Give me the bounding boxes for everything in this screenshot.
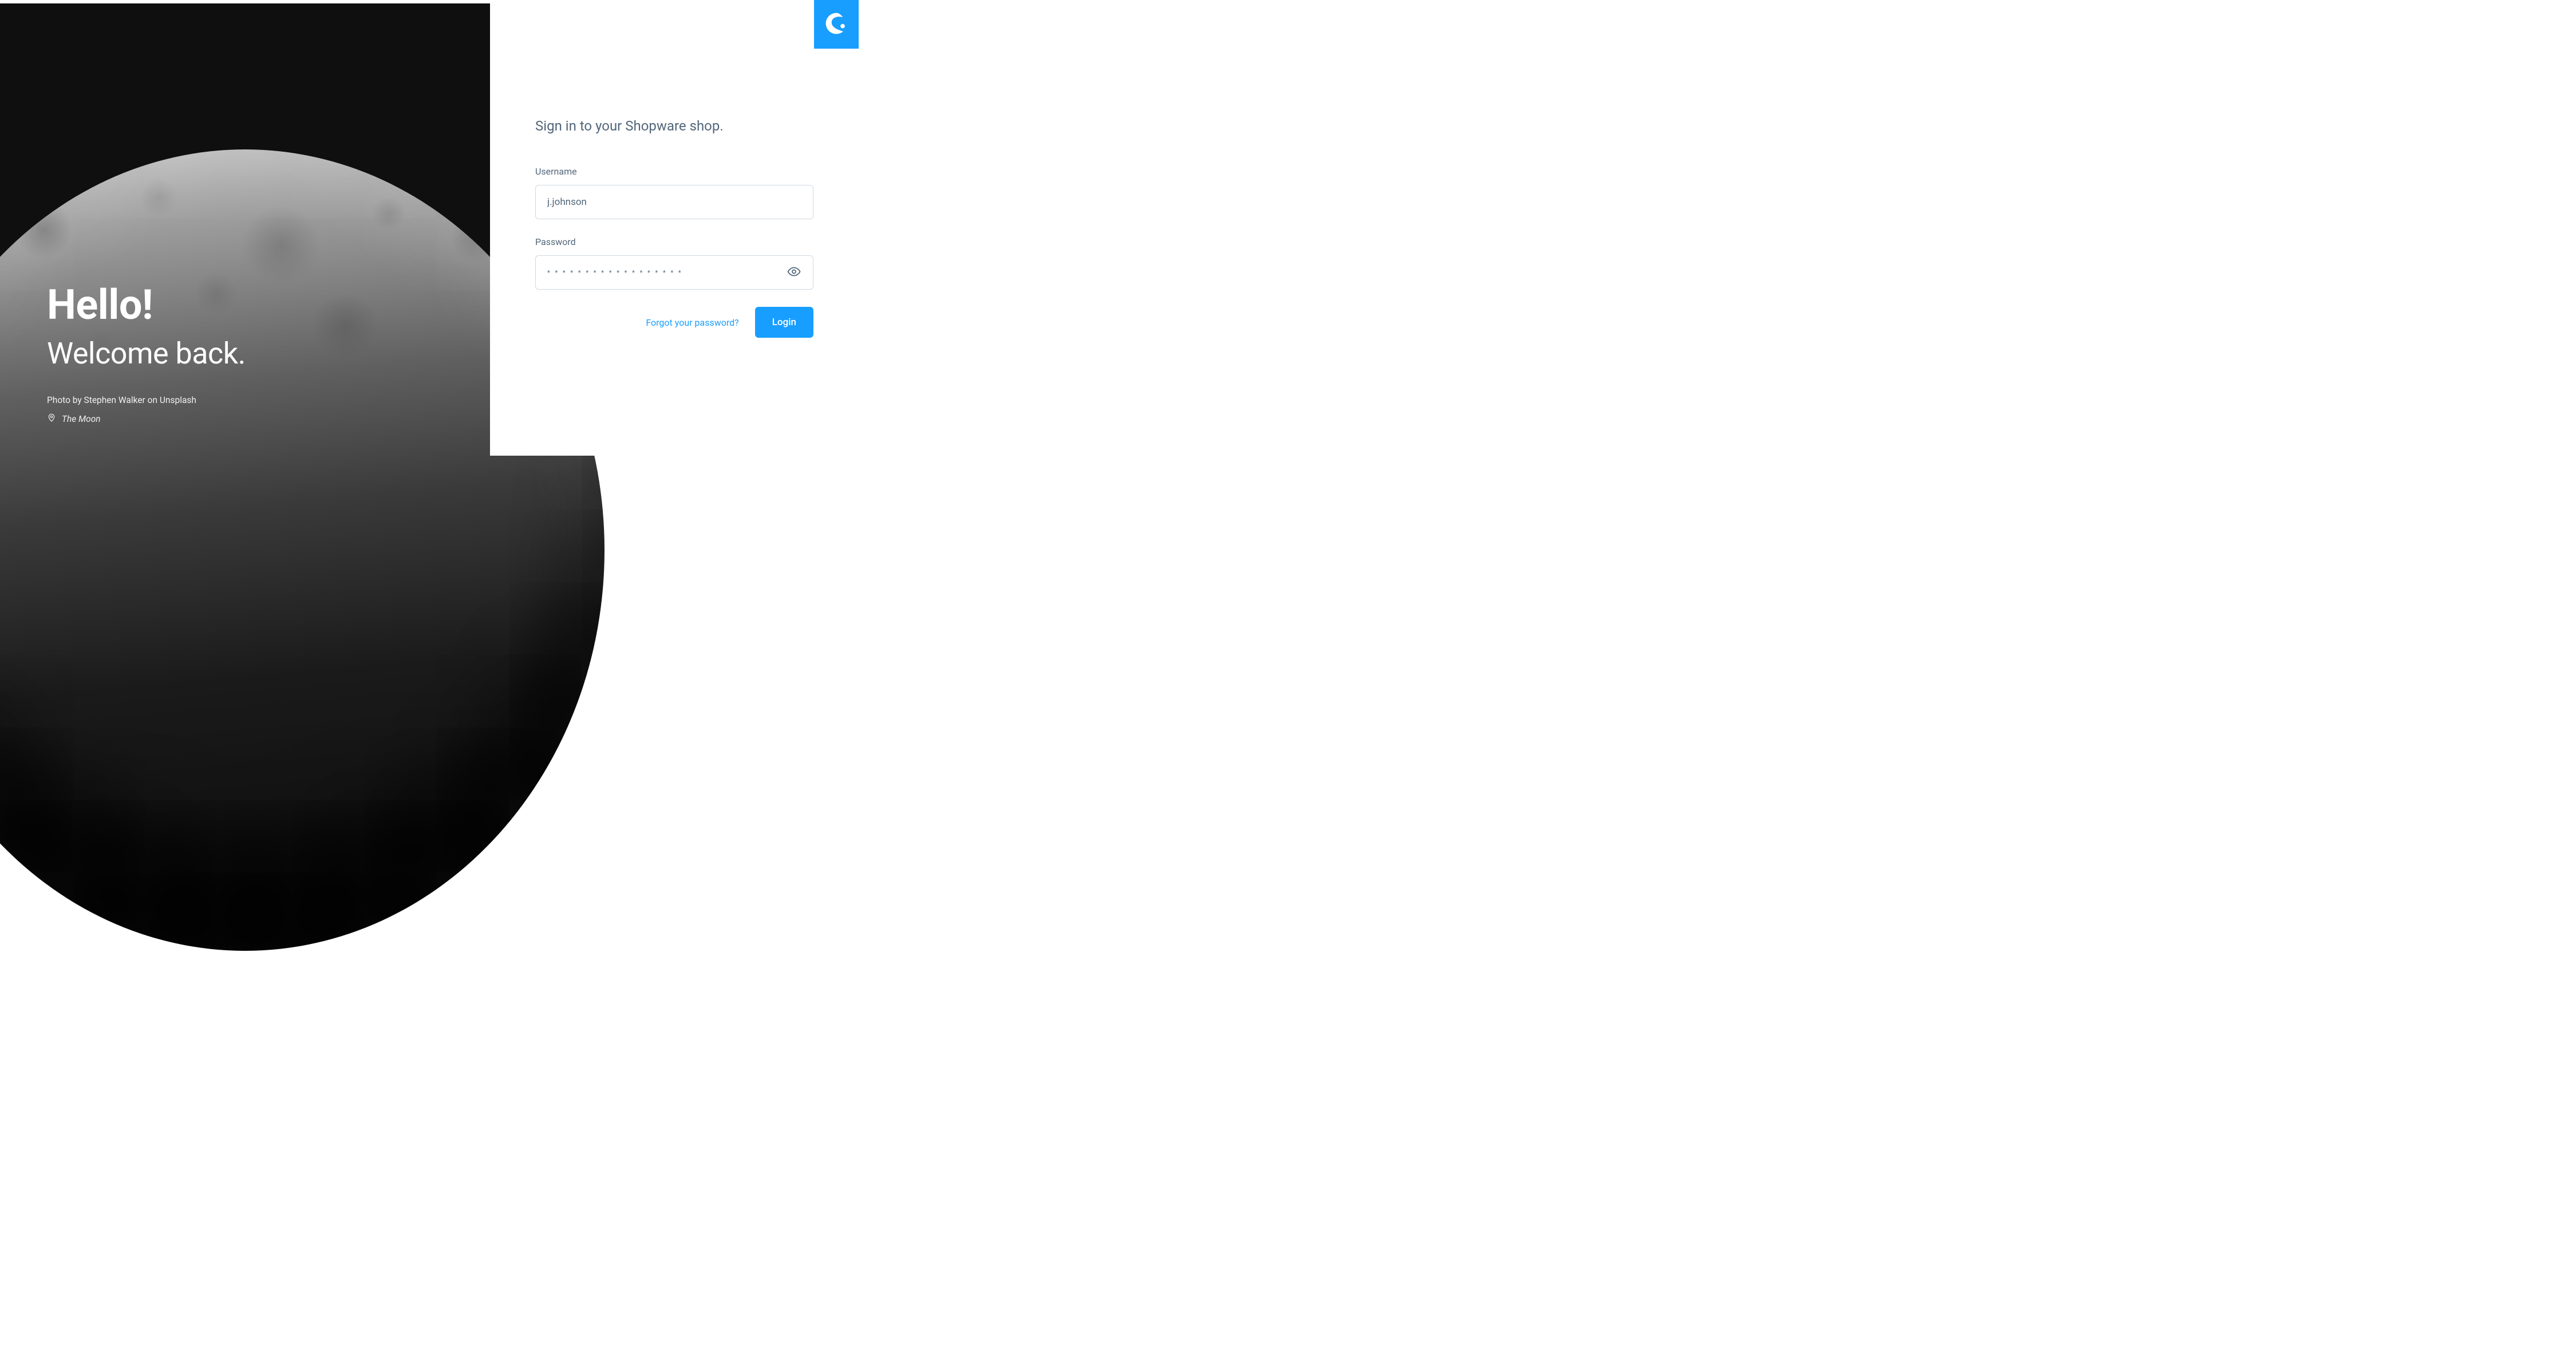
location-pin-icon bbox=[47, 413, 56, 425]
login-form: Sign in to your Shopware shop. Username … bbox=[535, 118, 813, 338]
password-input[interactable] bbox=[535, 255, 813, 290]
eye-icon bbox=[787, 265, 801, 280]
location-text: The Moon bbox=[62, 414, 101, 424]
photo-location: The Moon bbox=[47, 413, 456, 425]
hero-title: Hello! bbox=[47, 283, 456, 327]
photo-credit: Photo by Stephen Walker on Unsplash bbox=[47, 395, 456, 405]
login-button[interactable]: Login bbox=[755, 307, 813, 338]
form-heading: Sign in to your Shopware shop. bbox=[535, 118, 813, 134]
password-label: Password bbox=[535, 236, 813, 247]
forgot-password-link[interactable]: Forgot your password? bbox=[646, 317, 738, 328]
brand-badge bbox=[814, 0, 859, 49]
hero-subtitle: Welcome back. bbox=[47, 337, 456, 370]
username-field-group: Username bbox=[535, 166, 813, 219]
username-label: Username bbox=[535, 166, 813, 177]
hero-content: Hello! Welcome back. Photo by Stephen Wa… bbox=[47, 283, 456, 425]
shopware-logo-icon bbox=[824, 11, 849, 38]
form-actions: Forgot your password? Login bbox=[535, 307, 813, 338]
toggle-password-visibility-button[interactable] bbox=[784, 262, 804, 284]
hero-panel: Hello! Welcome back. Photo by Stephen Wa… bbox=[0, 3, 490, 459]
password-field-group: Password bbox=[535, 236, 813, 290]
username-input[interactable] bbox=[535, 185, 813, 219]
login-panel: Sign in to your Shopware shop. Username … bbox=[490, 0, 859, 456]
